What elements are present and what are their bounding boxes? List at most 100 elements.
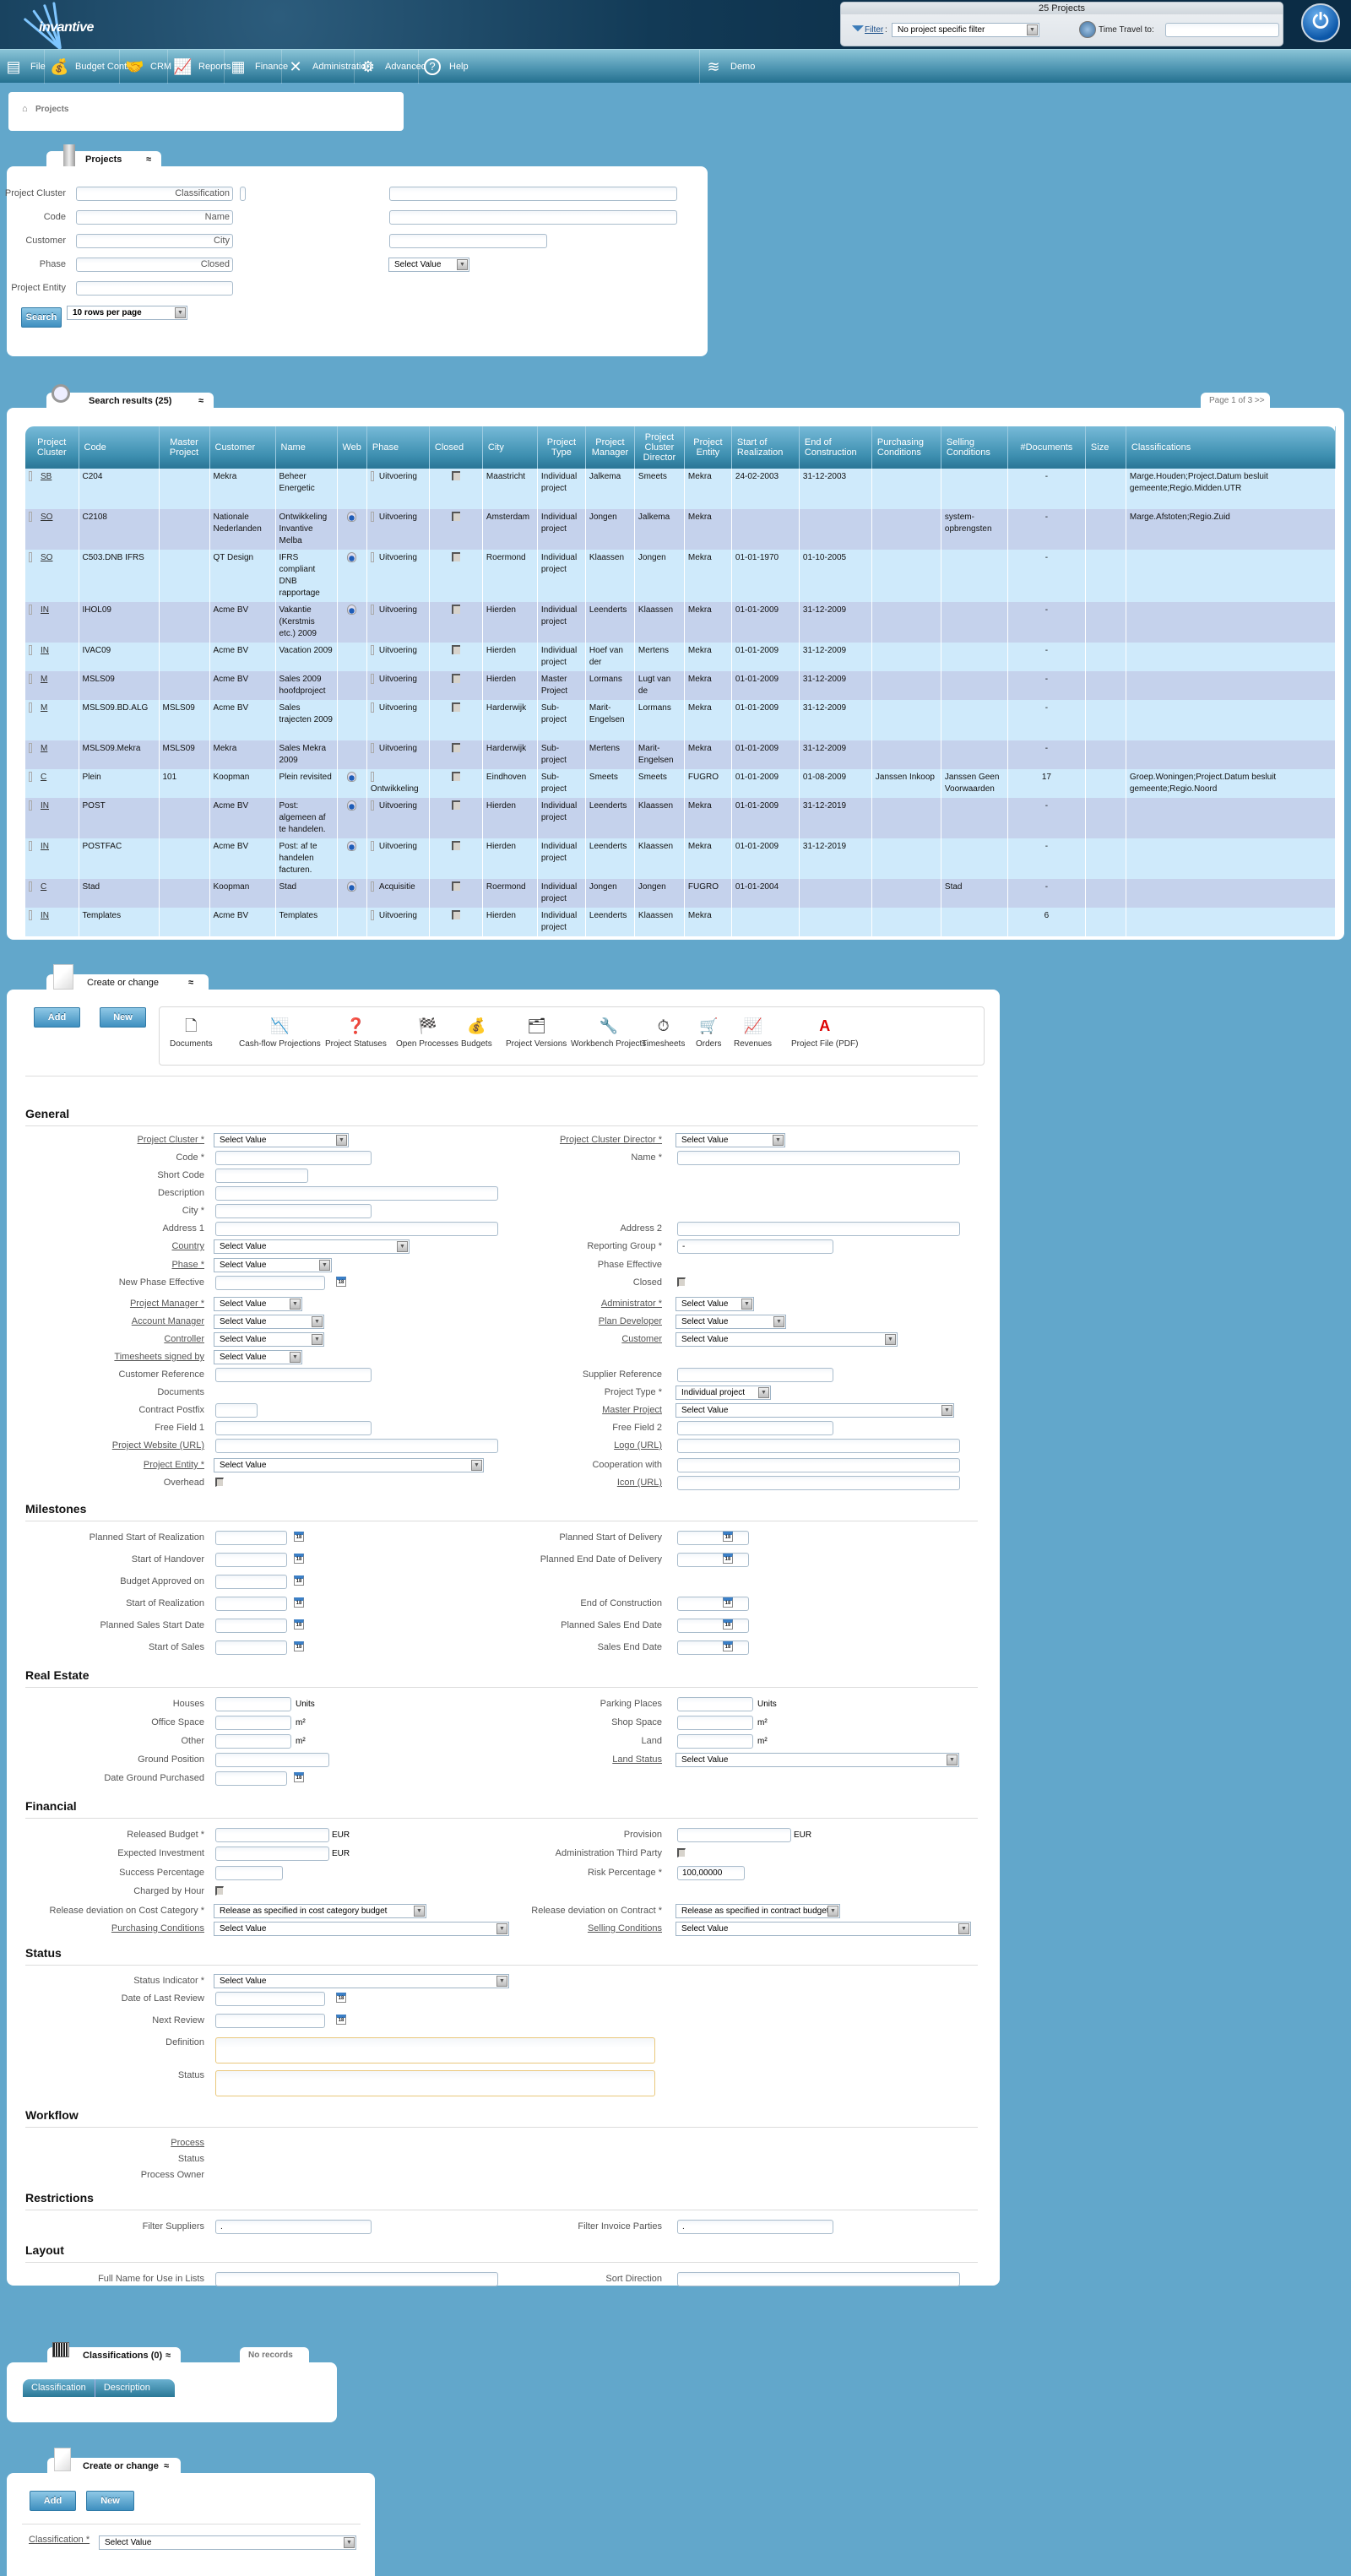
tool-workbench-projects[interactable]: 🔧 Workbench Projects <box>571 1016 646 1049</box>
closed-checkbox[interactable] <box>451 512 460 521</box>
closed-checkbox[interactable] <box>451 772 460 781</box>
purchasing-conditions-label[interactable]: Purchasing Conditions <box>111 1923 204 1933</box>
row-selector[interactable] <box>29 471 32 481</box>
release-dev-cost-select[interactable]: Release as specified in cost category bu… <box>214 1904 426 1918</box>
land-status-select[interactable]: Select Value ▼ <box>676 1753 959 1767</box>
name-search-input[interactable] <box>389 210 677 225</box>
next-review-input[interactable] <box>215 2014 325 2028</box>
cluster-link[interactable]: SB <box>41 472 52 481</box>
classification-select[interactable]: Select Value ▼ <box>99 2535 356 2550</box>
risk-percentage-input[interactable]: 100,00000 <box>677 1866 745 1880</box>
administrator-label[interactable]: Administrator * <box>601 1299 662 1309</box>
column-header[interactable]: Classifications <box>1126 426 1337 469</box>
column-description[interactable]: Description <box>95 2379 159 2397</box>
cluster-link[interactable]: C <box>41 773 46 782</box>
released-budget-input[interactable] <box>215 1828 329 1842</box>
cooperation-with-input[interactable] <box>677 1458 960 1472</box>
land-input[interactable] <box>677 1734 753 1749</box>
milestone-left-5-input[interactable] <box>215 1641 287 1655</box>
timesheets-signed-by-select[interactable]: Select Value ▼ <box>214 1350 302 1364</box>
calendar-icon[interactable]: 18 <box>294 1554 304 1564</box>
row-selector[interactable] <box>29 674 32 684</box>
free-field2-input[interactable] <box>677 1421 833 1435</box>
project-entity-label[interactable]: Project Entity * <box>144 1460 204 1470</box>
project-entity-search-input[interactable] <box>76 281 233 296</box>
breadcrumb-projects[interactable]: Projects <box>35 105 68 114</box>
milestone-left-4-input[interactable] <box>215 1619 287 1633</box>
tool-open-processes[interactable]: 🏁 Open Processes <box>396 1016 458 1049</box>
closed-checkbox[interactable] <box>451 910 460 919</box>
column-classification[interactable]: Classification <box>23 2379 95 2397</box>
tool-documents[interactable]: 🗋 Documents <box>170 1016 213 1049</box>
logout-power-button[interactable]: ⏻ <box>1301 3 1340 42</box>
table-row[interactable]: C Stad Koopman Stad Acquisitie Roermond Indivi… <box>25 879 1337 908</box>
row-selector[interactable] <box>29 512 32 522</box>
project-cluster-label[interactable]: Project Cluster * <box>138 1135 204 1145</box>
office-space-input[interactable] <box>215 1716 291 1730</box>
parking-input[interactable] <box>677 1697 753 1711</box>
table-row[interactable]: SO C503.DNB IFRS QT Design IFRS compliant D… <box>25 550 1337 602</box>
cluster-link[interactable]: IN <box>41 646 49 655</box>
collapse-icon[interactable]: ≈ <box>146 152 151 167</box>
table-row[interactable]: IN POSTFAC Acme BV Post: af te handelen fac… <box>25 838 1337 879</box>
project-website-input[interactable] <box>215 1439 498 1453</box>
calendar-icon[interactable]: 18 <box>294 1772 304 1782</box>
phase-select[interactable]: Select Value ▼ <box>214 1258 332 1272</box>
closed-checkbox[interactable] <box>451 645 460 654</box>
column-header[interactable]: Project Type <box>537 426 586 469</box>
description-input[interactable] <box>215 1186 498 1201</box>
row-selector[interactable] <box>29 910 32 920</box>
add-classification-button[interactable]: Add <box>30 2491 76 2511</box>
web-link-icon[interactable] <box>347 800 357 811</box>
houses-input[interactable] <box>215 1697 291 1711</box>
provision-input[interactable] <box>677 1828 791 1842</box>
project-cluster-director-select[interactable]: Select Value ▼ <box>676 1133 785 1147</box>
menu-reports[interactable]: 📈 Reports <box>167 50 231 84</box>
collapse-icon[interactable]: ≈ <box>188 975 193 990</box>
calendar-icon[interactable]: 18 <box>294 1575 304 1586</box>
master-project-select[interactable]: Select Value ▼ <box>676 1403 954 1418</box>
phase-label[interactable]: Phase * <box>171 1260 204 1270</box>
column-header[interactable]: Size <box>1085 426 1126 469</box>
row-selector[interactable] <box>29 645 32 655</box>
table-row[interactable]: SO C2108 Nationale Nederlanden Ontwikkeling… <box>25 509 1337 550</box>
add-button[interactable]: Add <box>34 1007 80 1028</box>
calendar-icon[interactable]: 18 <box>294 1619 304 1630</box>
filter-link[interactable]: Filter <box>865 25 883 35</box>
column-header[interactable]: End of Construction <box>799 426 872 469</box>
closed-checkbox[interactable] <box>451 605 460 614</box>
table-row[interactable]: C Plein 101 Koopman Plein revisited Ontwikkel… <box>25 769 1337 798</box>
plan-developer-select[interactable]: Select Value ▼ <box>676 1315 786 1329</box>
cluster-link[interactable]: IN <box>41 911 49 920</box>
customer-select[interactable]: Select Value ▼ <box>676 1332 898 1347</box>
supplier-reference-input[interactable] <box>677 1368 833 1382</box>
filter-suppliers-input[interactable]: . <box>215 2220 372 2234</box>
free-field1-input[interactable] <box>215 1421 372 1435</box>
web-link-icon[interactable] <box>347 841 357 851</box>
column-header[interactable]: Project Cluster Director <box>634 426 685 469</box>
new-classification-button[interactable]: New <box>86 2491 134 2511</box>
other-input[interactable] <box>215 1734 291 1749</box>
row-selector[interactable] <box>29 743 32 753</box>
controller-select[interactable]: Select Value ▼ <box>214 1332 324 1347</box>
invantive-logo[interactable]: invantive <box>23 2 127 51</box>
menu-advanced[interactable]: ⚙ Advanced <box>354 50 426 84</box>
calendar-icon[interactable]: 18 <box>723 1641 733 1651</box>
customer-reference-input[interactable] <box>215 1368 372 1382</box>
row-selector[interactable] <box>29 772 32 782</box>
column-header[interactable]: Code <box>79 426 160 469</box>
column-header[interactable]: #Documents <box>1007 426 1086 469</box>
logo-url-label[interactable]: Logo (URL) <box>614 1440 662 1451</box>
date-last-review-input[interactable] <box>215 1992 325 2006</box>
closed-checkbox[interactable] <box>451 800 460 810</box>
cluster-link[interactable]: IN <box>41 605 49 615</box>
contract-postfix-input[interactable] <box>215 1403 258 1418</box>
closed-checkbox[interactable] <box>451 881 460 891</box>
overhead-checkbox[interactable] <box>215 1478 224 1487</box>
tool-timesheets[interactable]: ⏱ Timesheets <box>642 1016 685 1049</box>
column-header[interactable]: Selling Conditions <box>941 426 1008 469</box>
table-row[interactable]: IN IVAC09 Acme BV Vacation 2009 Uitvoering Hi… <box>25 643 1337 671</box>
calendar-icon[interactable]: 18 <box>723 1619 733 1630</box>
project-cluster-select[interactable]: Select Value ▼ <box>214 1133 349 1147</box>
cluster-link[interactable]: SO <box>41 512 52 522</box>
